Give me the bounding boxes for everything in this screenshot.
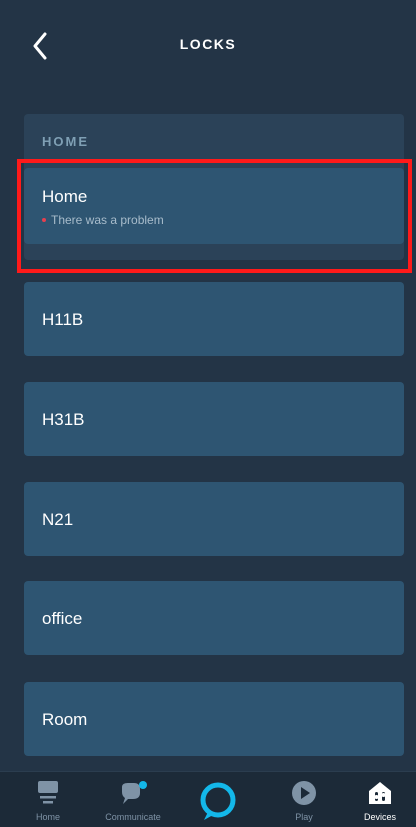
nav-play-tab[interactable]: Play: [280, 772, 328, 827]
nav-devices-tab[interactable]: Devices: [356, 772, 404, 827]
device-name: Home: [42, 187, 88, 206]
device-card-n21[interactable]: N21: [24, 482, 404, 556]
bottom-nav: Home Communicate Play Devices: [0, 771, 416, 827]
alexa-button[interactable]: [188, 772, 248, 827]
nav-play-label: Play: [295, 812, 313, 822]
device-name: H31B: [42, 410, 85, 429]
device-card-h11b[interactable]: H11B: [24, 282, 404, 356]
nav-communicate-tab[interactable]: Communicate: [96, 772, 170, 827]
device-name: office: [42, 609, 83, 628]
nav-home-label: Home: [35, 812, 60, 822]
status-dot-icon: [42, 218, 46, 222]
nav-communicate-label: Communicate: [105, 812, 161, 822]
alexa-ring-icon: [200, 782, 236, 820]
device-status-text: There was a problem: [51, 213, 164, 227]
device-card-room[interactable]: Room: [24, 682, 404, 756]
device-name: H11B: [42, 310, 84, 329]
device-card-home[interactable]: Home There was a problem: [24, 168, 404, 244]
play-icon: [292, 781, 316, 805]
device-name: N21: [42, 510, 74, 529]
nav-devices-label: Devices: [363, 812, 396, 822]
header: LOCKS: [0, 0, 416, 92]
device-card-office[interactable]: office: [24, 581, 404, 655]
device-status: There was a problem: [42, 213, 164, 227]
chat-bubble-icon: [122, 781, 147, 804]
page-title: LOCKS: [179, 36, 237, 52]
device-card-h31b[interactable]: H31B: [24, 382, 404, 456]
devices-icon: [369, 782, 391, 804]
group-label: HOME: [42, 134, 89, 149]
home-icon: [38, 781, 58, 804]
device-name: Room: [42, 710, 88, 729]
nav-home-tab[interactable]: Home: [24, 772, 72, 827]
